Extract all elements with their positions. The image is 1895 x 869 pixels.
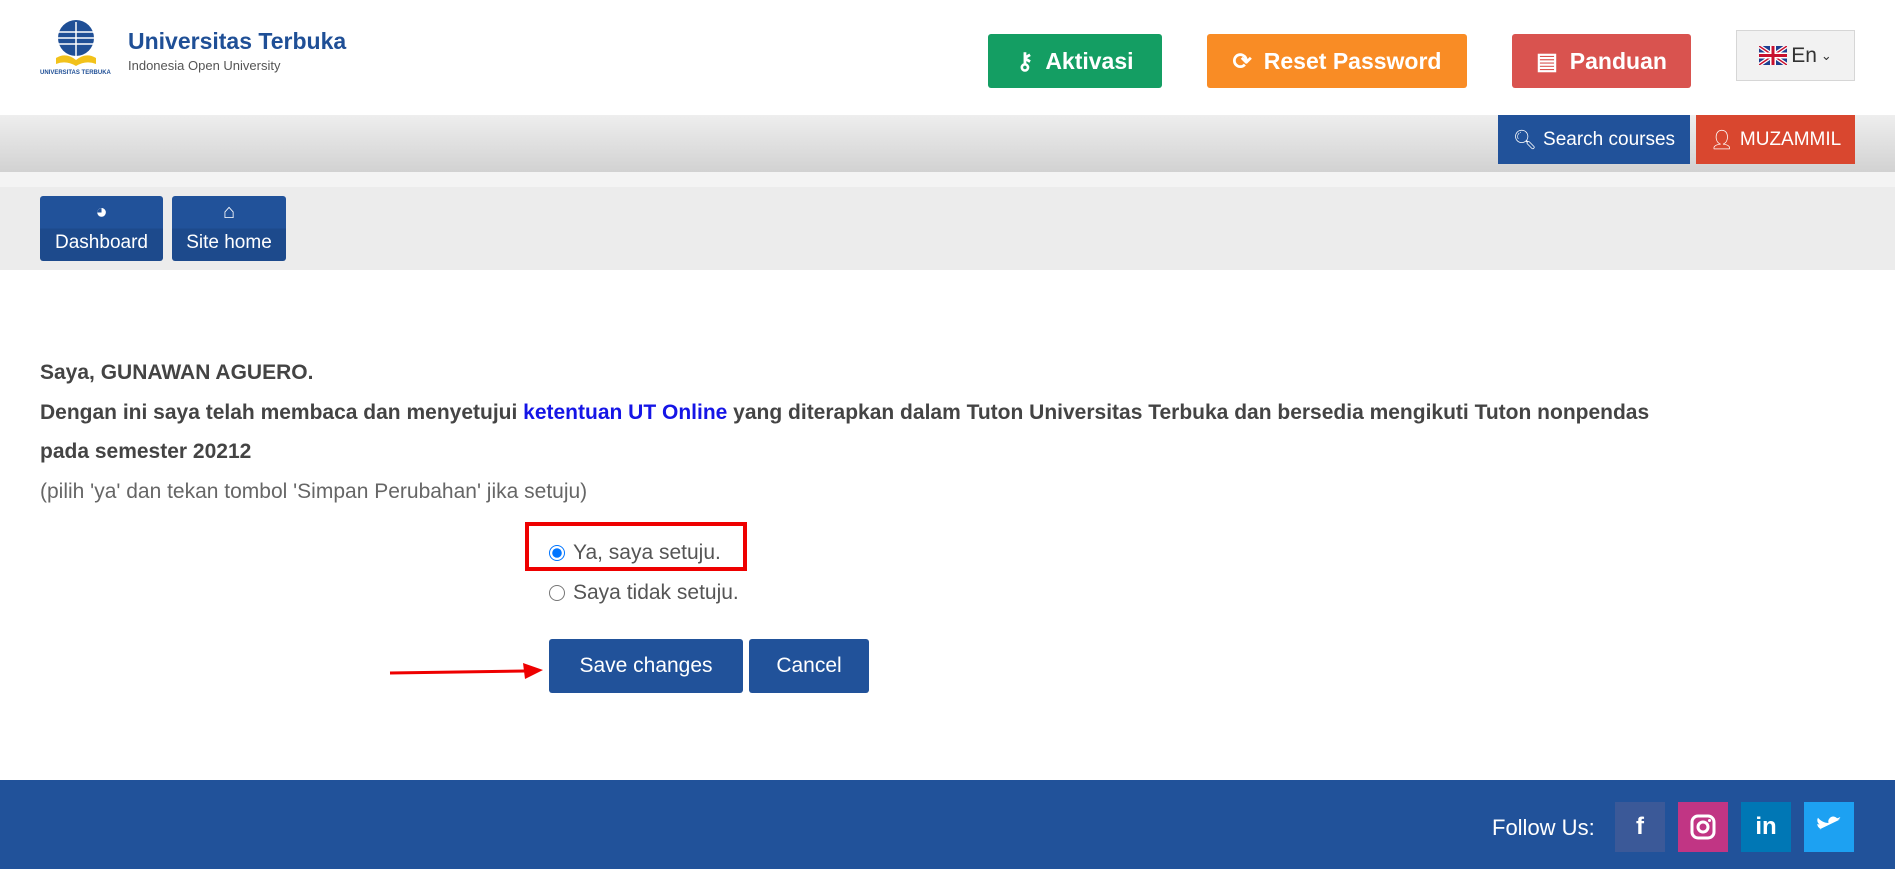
- facebook-icon[interactable]: f: [1615, 802, 1665, 852]
- home-icon: ⌂: [222, 201, 236, 223]
- agreement-text: Dengan ini saya telah membaca dan menyet…: [40, 401, 1649, 425]
- radio-disagree-label: Saya tidak setuju.: [573, 581, 739, 604]
- radio-agree-input[interactable]: [549, 545, 565, 561]
- footer: [0, 780, 1895, 869]
- user-icon: 👤︎: [1709, 129, 1734, 151]
- follow-us-label: Follow Us:: [1492, 815, 1595, 840]
- radio-agree-label: Ya, saya setuju.: [573, 541, 721, 564]
- key-icon: ⚷: [1016, 47, 1034, 74]
- nav-dashboard-label: Dashboard: [55, 232, 148, 253]
- language-selector[interactable]: En ⌄: [1736, 30, 1855, 81]
- nav-site-home[interactable]: ⌂ Site home: [172, 196, 286, 261]
- logo-subtitle: Indonesia Open University: [128, 58, 281, 73]
- reset-password-button[interactable]: ⟳ Reset Password: [1207, 34, 1467, 88]
- search-courses-button[interactable]: 🔍︎ Search courses: [1498, 115, 1690, 164]
- nav-dashboard[interactable]: ◕ Dashboard: [40, 196, 163, 261]
- radio-agree[interactable]: Ya, saya setuju.: [549, 541, 721, 565]
- chevron-down-icon: ⌄: [1820, 47, 1832, 63]
- refresh-icon: ⟳: [1232, 47, 1252, 74]
- document-icon: ▤: [1536, 47, 1558, 74]
- greeting: Saya, GUNAWAN AGUERO.: [40, 361, 314, 384]
- panduan-label: Panduan: [1569, 47, 1667, 74]
- cancel-button[interactable]: Cancel: [749, 639, 869, 693]
- logo-small-text: UNIVERSITAS TERBUKA: [40, 70, 111, 76]
- panduan-button[interactable]: ▤ Panduan: [1512, 34, 1691, 88]
- annotation-arrow: [389, 663, 543, 679]
- aktivasi-button[interactable]: ⚷ Aktivasi: [988, 34, 1162, 88]
- radio-disagree[interactable]: Saya tidak setuju.: [549, 581, 739, 605]
- semester-text: pada semester 20212: [40, 440, 252, 463]
- terms-link[interactable]: ketentuan UT Online: [523, 401, 727, 424]
- radio-disagree-input[interactable]: [549, 585, 565, 601]
- hint-text: (pilih 'ya' dan tekan tombol 'Simpan Per…: [40, 480, 588, 503]
- reset-password-label: Reset Password: [1263, 47, 1442, 74]
- logo-title: Universitas Terbuka: [128, 28, 347, 54]
- linkedin-icon[interactable]: in: [1741, 802, 1791, 852]
- dashboard-icon: ◕: [95, 201, 108, 223]
- logo-emblem: [56, 20, 96, 66]
- nav-site-home-label: Site home: [186, 232, 272, 253]
- instagram-icon[interactable]: [1678, 802, 1728, 852]
- user-menu-button[interactable]: 👤︎ MUZAMMIL: [1696, 115, 1855, 164]
- agreement-post: yang diterapkan dalam Tuton Universitas …: [727, 401, 1650, 424]
- user-name: MUZAMMIL: [1739, 128, 1842, 150]
- uk-flag-icon: [1759, 46, 1788, 65]
- save-changes-button[interactable]: Save changes: [549, 639, 743, 693]
- twitter-icon[interactable]: [1804, 802, 1854, 852]
- language-label: En: [1791, 43, 1817, 67]
- search-courses-label: Search courses: [1543, 128, 1676, 150]
- aktivasi-label: Aktivasi: [1045, 47, 1134, 74]
- search-icon: 🔍︎: [1512, 129, 1538, 151]
- divider: [0, 172, 1895, 187]
- agreement-pre: Dengan ini saya telah membaca dan menyet…: [40, 401, 524, 424]
